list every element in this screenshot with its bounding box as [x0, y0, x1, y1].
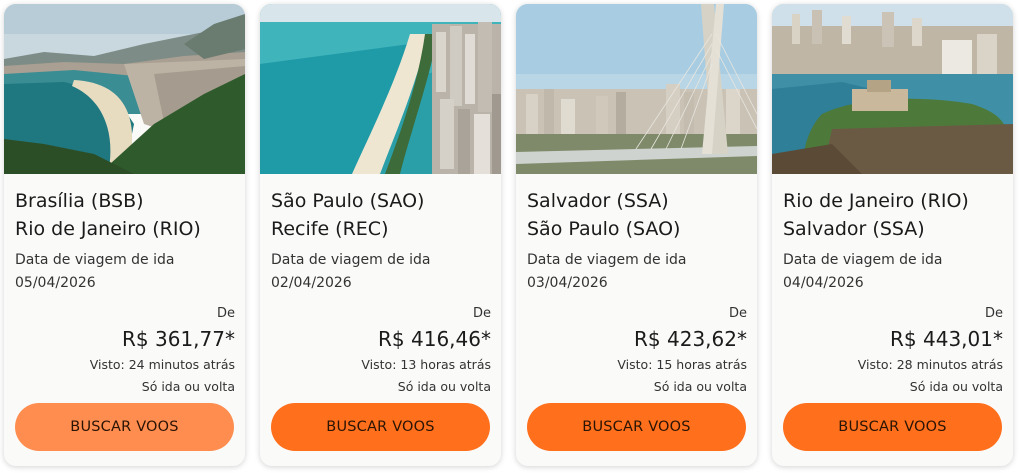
destination-card-list: Brasília (BSB) Rio de Janeiro (RIO) Data…: [0, 0, 1019, 473]
destination-city: Recife (REC): [271, 218, 389, 240]
departure-date-label: Data de viagem de ida: [271, 252, 431, 268]
price-block: De R$ 443,01* Visto: 28 minutos atrás Só…: [858, 305, 1003, 396]
price-block: De R$ 423,62* Visto: 15 horas atrás Só i…: [617, 305, 747, 396]
sao-paulo-bridge-photo[interactable]: [516, 4, 757, 174]
trip-type: Só ida ou volta: [653, 379, 747, 394]
destination-card-rio-ssa[interactable]: Rio de Janeiro (RIO) Salvador (SSA) Data…: [772, 4, 1013, 466]
departure-date: 03/04/2026: [527, 275, 608, 291]
price: R$ 423,62*: [634, 327, 747, 351]
departure-date-label: Data de viagem de ida: [783, 252, 943, 268]
destination-card-ssa-sao[interactable]: Salvador (SSA) São Paulo (SAO) Data de v…: [516, 4, 757, 466]
trip-type: Só ida ou volta: [141, 379, 235, 394]
price: R$ 416,46*: [378, 327, 491, 351]
price: R$ 443,01*: [890, 327, 1003, 351]
price-prefix: De: [216, 306, 235, 321]
price-prefix: De: [728, 306, 747, 321]
origin-city: Brasília (BSB): [15, 190, 144, 212]
seen-timestamp: Visto: 24 minutos atrás: [89, 357, 235, 372]
price-prefix: De: [984, 306, 1003, 321]
destination-city: São Paulo (SAO): [527, 218, 681, 240]
search-flights-button[interactable]: BUSCAR VOOS: [527, 403, 746, 451]
departure-date: 04/04/2026: [783, 275, 864, 291]
trip-type: Só ida ou volta: [397, 379, 491, 394]
destination-city: Rio de Janeiro (RIO): [15, 218, 201, 240]
route: Brasília (BSB) Rio de Janeiro (RIO): [15, 187, 237, 243]
search-flights-button[interactable]: BUSCAR VOOS: [15, 403, 234, 451]
trip-type: Só ida ou volta: [909, 379, 1003, 394]
seen-timestamp: Visto: 28 minutos atrás: [857, 357, 1003, 372]
departure-date: 02/04/2026: [271, 275, 352, 291]
origin-city: São Paulo (SAO): [271, 190, 425, 212]
destination-city: Salvador (SSA): [783, 218, 925, 240]
route: Salvador (SSA) São Paulo (SAO): [527, 187, 749, 243]
price-prefix: De: [472, 306, 491, 321]
seen-timestamp: Visto: 15 horas atrás: [617, 357, 747, 372]
route: Rio de Janeiro (RIO) Salvador (SSA): [783, 187, 1005, 243]
price-block: De R$ 361,77* Visto: 24 minutos atrás Só…: [90, 305, 235, 396]
destination-card-bsb-rio[interactable]: Brasília (BSB) Rio de Janeiro (RIO) Data…: [4, 4, 245, 466]
price: R$ 361,77*: [122, 327, 235, 351]
departure-date-label: Data de viagem de ida: [527, 252, 687, 268]
recife-beach-skyline-photo[interactable]: [260, 4, 501, 174]
origin-city: Rio de Janeiro (RIO): [783, 190, 969, 212]
route: São Paulo (SAO) Recife (REC): [271, 187, 493, 243]
origin-city: Salvador (SSA): [527, 190, 669, 212]
departure-date: 05/04/2026: [15, 275, 96, 291]
search-flights-button[interactable]: BUSCAR VOOS: [271, 403, 490, 451]
search-flights-button[interactable]: BUSCAR VOOS: [783, 403, 1002, 451]
destination-card-sao-rec[interactable]: São Paulo (SAO) Recife (REC) Data de via…: [260, 4, 501, 466]
rio-de-janeiro-coastline-photo[interactable]: [4, 4, 245, 174]
salvador-bay-fort-photo[interactable]: [772, 4, 1013, 174]
departure-date-label: Data de viagem de ida: [15, 252, 175, 268]
price-block: De R$ 416,46* Visto: 13 horas atrás Só i…: [361, 305, 491, 396]
seen-timestamp: Visto: 13 horas atrás: [361, 357, 491, 372]
